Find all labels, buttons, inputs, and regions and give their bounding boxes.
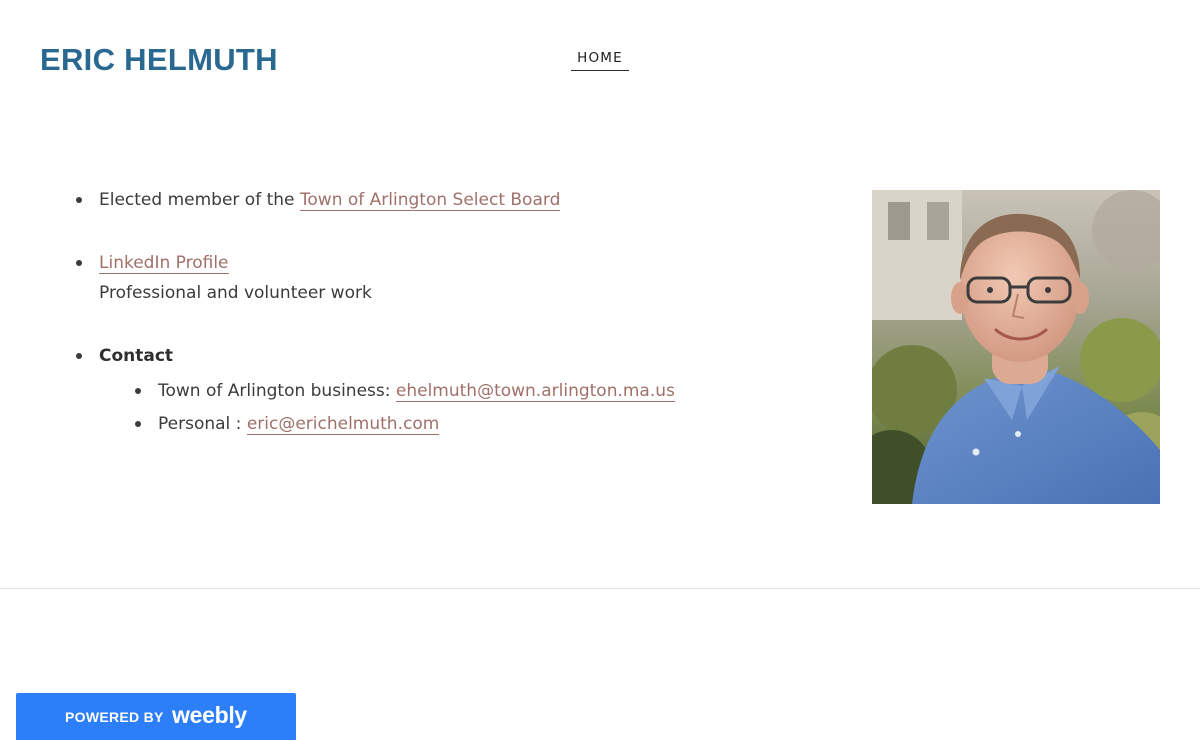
powered-by-weebly-badge[interactable]: POWERED BY weebly (16, 693, 296, 740)
weebly-logo: weebly (172, 702, 247, 728)
bullet-icon (76, 260, 82, 266)
list-item-select-board: Elected member of the Town of Arlington … (99, 185, 561, 215)
footer-divider (0, 588, 1200, 589)
list-item-linkedin: LinkedIn Profile (99, 248, 229, 278)
select-board-link[interactable]: Town of Arlington Select Board (299, 190, 561, 211)
nav-item-home[interactable]: HOME (571, 49, 629, 71)
business-email-label: Town of Arlington business: (158, 381, 396, 401)
linkedin-description: Professional and volunteer work (99, 283, 372, 303)
select-board-prefix: Elected member of the (99, 190, 300, 210)
powered-by-label: POWERED BY (65, 709, 164, 725)
bullet-icon (76, 197, 82, 203)
bullet-icon (135, 388, 141, 394)
contact-heading: Contact (99, 346, 174, 366)
linkedin-profile-link[interactable]: LinkedIn Profile (99, 253, 229, 274)
bullet-icon (76, 353, 82, 359)
personal-email-link[interactable]: eric@erichelmuth.com (246, 414, 440, 435)
profile-photo (872, 190, 1160, 504)
site-title[interactable]: ERIC HELMUTH (40, 40, 278, 80)
bullet-icon (135, 421, 141, 427)
contact-business: Town of Arlington business: ehelmuth@tow… (158, 376, 675, 406)
personal-email-label: Personal : (158, 414, 247, 434)
contact-personal: Personal : eric@erichelmuth.com (158, 409, 440, 439)
business-email-link[interactable]: ehelmuth@town.arlington.ma.us (395, 381, 675, 402)
